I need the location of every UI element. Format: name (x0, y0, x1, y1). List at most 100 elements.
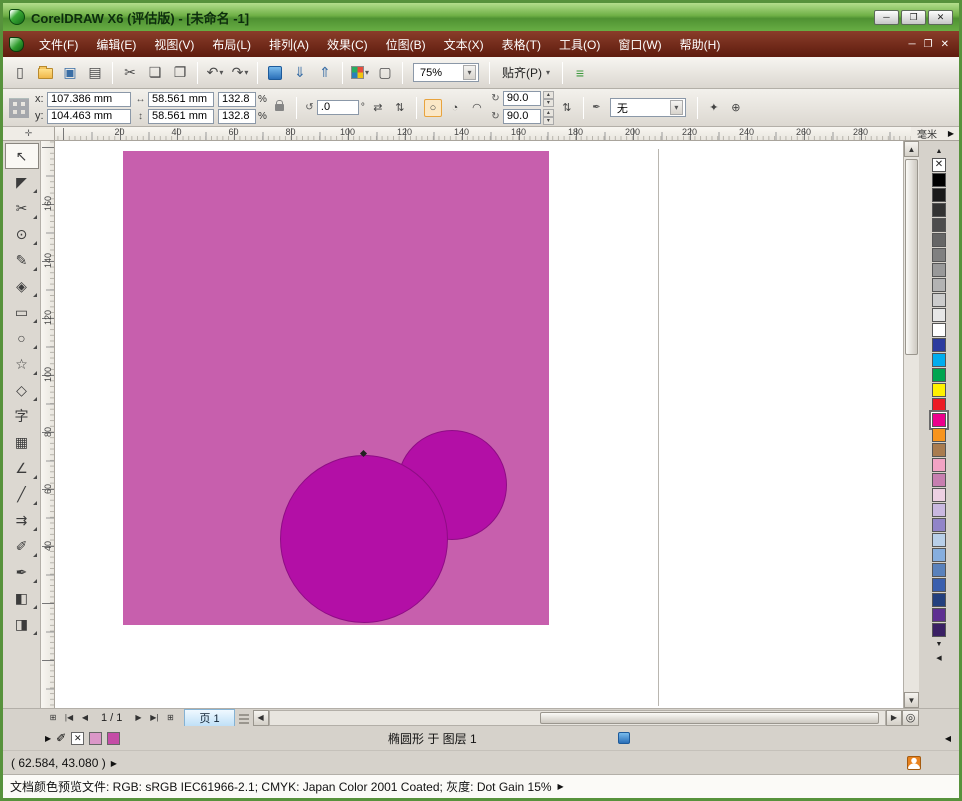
color-swatch[interactable] (932, 473, 946, 487)
text-tool[interactable]: 字 (5, 403, 39, 429)
mirror-vertical-button[interactable]: ⇅ (391, 99, 409, 117)
page-tab[interactable]: 页 1 (184, 709, 234, 726)
redo-dropdown-icon[interactable]: ▾ (244, 68, 248, 77)
end-angle-spin-down[interactable]: ▾ (543, 117, 554, 125)
ellipse-tool[interactable]: ○ (5, 325, 39, 351)
menu-item-help[interactable]: 帮助(H) (671, 32, 730, 57)
color-swatch[interactable] (932, 518, 946, 532)
menu-item-layout[interactable]: 布局(L) (203, 32, 260, 57)
last-page-button[interactable]: ▶| (146, 710, 162, 726)
arc-mode-button[interactable]: ◠ (468, 99, 486, 117)
ellipse-object-large[interactable] (280, 455, 448, 623)
color-swatch[interactable] (932, 368, 946, 382)
color-swatch[interactable] (932, 428, 946, 442)
color-swatch[interactable] (932, 323, 946, 337)
freehand-tool[interactable]: ✎ (5, 247, 39, 273)
add-page-after-button[interactable]: ⊞ (162, 710, 178, 726)
basic-shapes-tool[interactable]: ◇ (5, 377, 39, 403)
ellipse-mode-button[interactable]: ○ (424, 99, 442, 117)
palette-flyout-button[interactable]: ◀ (932, 651, 946, 664)
color-swatch[interactable] (932, 338, 946, 352)
drawing-canvas[interactable] (55, 141, 903, 708)
scroll-right-button[interactable]: ▶ (886, 710, 902, 726)
outline-width-select[interactable]: 无 ▾ (610, 98, 686, 117)
ruler-flyout-button[interactable]: ▶ (943, 127, 959, 141)
no-color-swatch[interactable]: ✕ (932, 158, 946, 172)
menu-item-text[interactable]: 文本(X) (435, 32, 493, 57)
zoom-level-select[interactable]: 75% ▾ (413, 63, 479, 82)
save-button[interactable]: ▣ (59, 61, 81, 85)
color-swatch[interactable] (932, 413, 946, 427)
mirror-horizontal-button[interactable]: ⇄ (369, 99, 387, 117)
menu-item-file[interactable]: 文件(F) (30, 32, 87, 57)
smart-fill-tool[interactable]: ◈ (5, 273, 39, 299)
color-swatch[interactable] (932, 548, 946, 562)
color-swatch[interactable] (932, 578, 946, 592)
parallel-dimension-tool[interactable]: ∠ (5, 455, 39, 481)
minimize-button[interactable]: ─ (874, 10, 899, 25)
restore-button[interactable]: ❐ (901, 10, 926, 25)
snap-to-button[interactable]: 贴齐(P) ▾ (496, 62, 556, 84)
interactive-fill-tool[interactable]: ◨ (5, 611, 39, 637)
vertical-scroll-track[interactable] (904, 157, 919, 692)
user-account-icon[interactable] (907, 756, 921, 770)
menu-item-view[interactable]: 视图(V) (145, 32, 203, 57)
corner-zoom-button[interactable]: ◎ (902, 710, 919, 726)
paste-button[interactable]: ❐ (169, 61, 191, 85)
undo-dropdown-icon[interactable]: ▾ (219, 68, 223, 77)
copy-button[interactable]: ❏ (144, 61, 166, 85)
ruler-origin[interactable]: ✛ (3, 127, 55, 141)
redo-button[interactable]: ↷▾ (229, 61, 251, 85)
horizontal-scroll-track[interactable] (269, 710, 886, 726)
vertical-scroll-thumb[interactable] (905, 159, 918, 355)
menu-item-table[interactable]: 表格(T) (493, 32, 550, 57)
close-button[interactable]: ✕ (928, 10, 953, 25)
color-swatch[interactable] (932, 308, 946, 322)
welcome-screen-button[interactable]: ▢ (374, 61, 396, 85)
change-direction-button[interactable]: ⇅ (558, 99, 576, 117)
start-angle-spin-up[interactable]: ▴ (543, 91, 554, 99)
previous-page-button[interactable]: ◀ (77, 710, 93, 726)
pane-splitter-handle[interactable] (239, 712, 249, 724)
palette-scroll-down-button[interactable]: ▼ (932, 638, 946, 651)
profile-expand-arrow[interactable]: ▶ (558, 782, 564, 791)
scroll-left-button[interactable]: ◀ (253, 710, 269, 726)
new-document-button[interactable]: ▯ (9, 61, 31, 85)
end-angle-input[interactable]: 90.0 (503, 109, 541, 124)
color-swatch[interactable] (932, 233, 946, 247)
color-swatch[interactable] (932, 383, 946, 397)
menu-item-effects[interactable]: 效果(C) (318, 32, 377, 57)
color-swatch[interactable] (932, 563, 946, 577)
import-button[interactable]: ⇓ (289, 61, 311, 85)
color-swatch[interactable] (932, 488, 946, 502)
first-page-button[interactable]: |◀ (61, 710, 77, 726)
color-swatch[interactable] (932, 398, 946, 412)
table-tool[interactable]: ▦ (5, 429, 39, 455)
document-info-icon[interactable] (618, 732, 630, 744)
pie-mode-button[interactable]: ◔ (446, 99, 464, 117)
color-swatch[interactable] (932, 203, 946, 217)
add-page-button[interactable]: ⊞ (45, 710, 61, 726)
status-collapse-arrow[interactable]: ◀ (945, 734, 951, 743)
color-swatch[interactable] (932, 188, 946, 202)
mdi-close-button[interactable]: ✕ (941, 39, 949, 50)
scale-y-input[interactable]: 132.8 (218, 109, 256, 124)
undo-button[interactable]: ↶▾ (204, 61, 226, 85)
open-document-button[interactable] (34, 61, 56, 85)
status-flyout-arrow[interactable]: ▶ (45, 734, 51, 743)
color-swatch[interactable] (932, 263, 946, 277)
convert-to-curves-button[interactable]: ✦ (705, 99, 723, 117)
search-content-button[interactable] (264, 61, 286, 85)
export-button[interactable]: ⇑ (314, 61, 336, 85)
object-x-input[interactable]: 107.386 mm (47, 92, 131, 107)
scale-x-input[interactable]: 132.8 (218, 92, 256, 107)
color-swatch[interactable] (932, 458, 946, 472)
object-width-input[interactable]: 58.561 mm (148, 92, 214, 107)
shape-tool[interactable]: ◤ (5, 169, 39, 195)
fill-tool[interactable]: ◧ (5, 585, 39, 611)
color-swatch[interactable] (932, 173, 946, 187)
start-angle-input[interactable]: 90.0 (503, 91, 541, 106)
application-launcher-button[interactable]: ▾ (349, 61, 371, 85)
menu-item-bitmaps[interactable]: 位图(B) (377, 32, 435, 57)
menu-item-arrange[interactable]: 排列(A) (260, 32, 318, 57)
